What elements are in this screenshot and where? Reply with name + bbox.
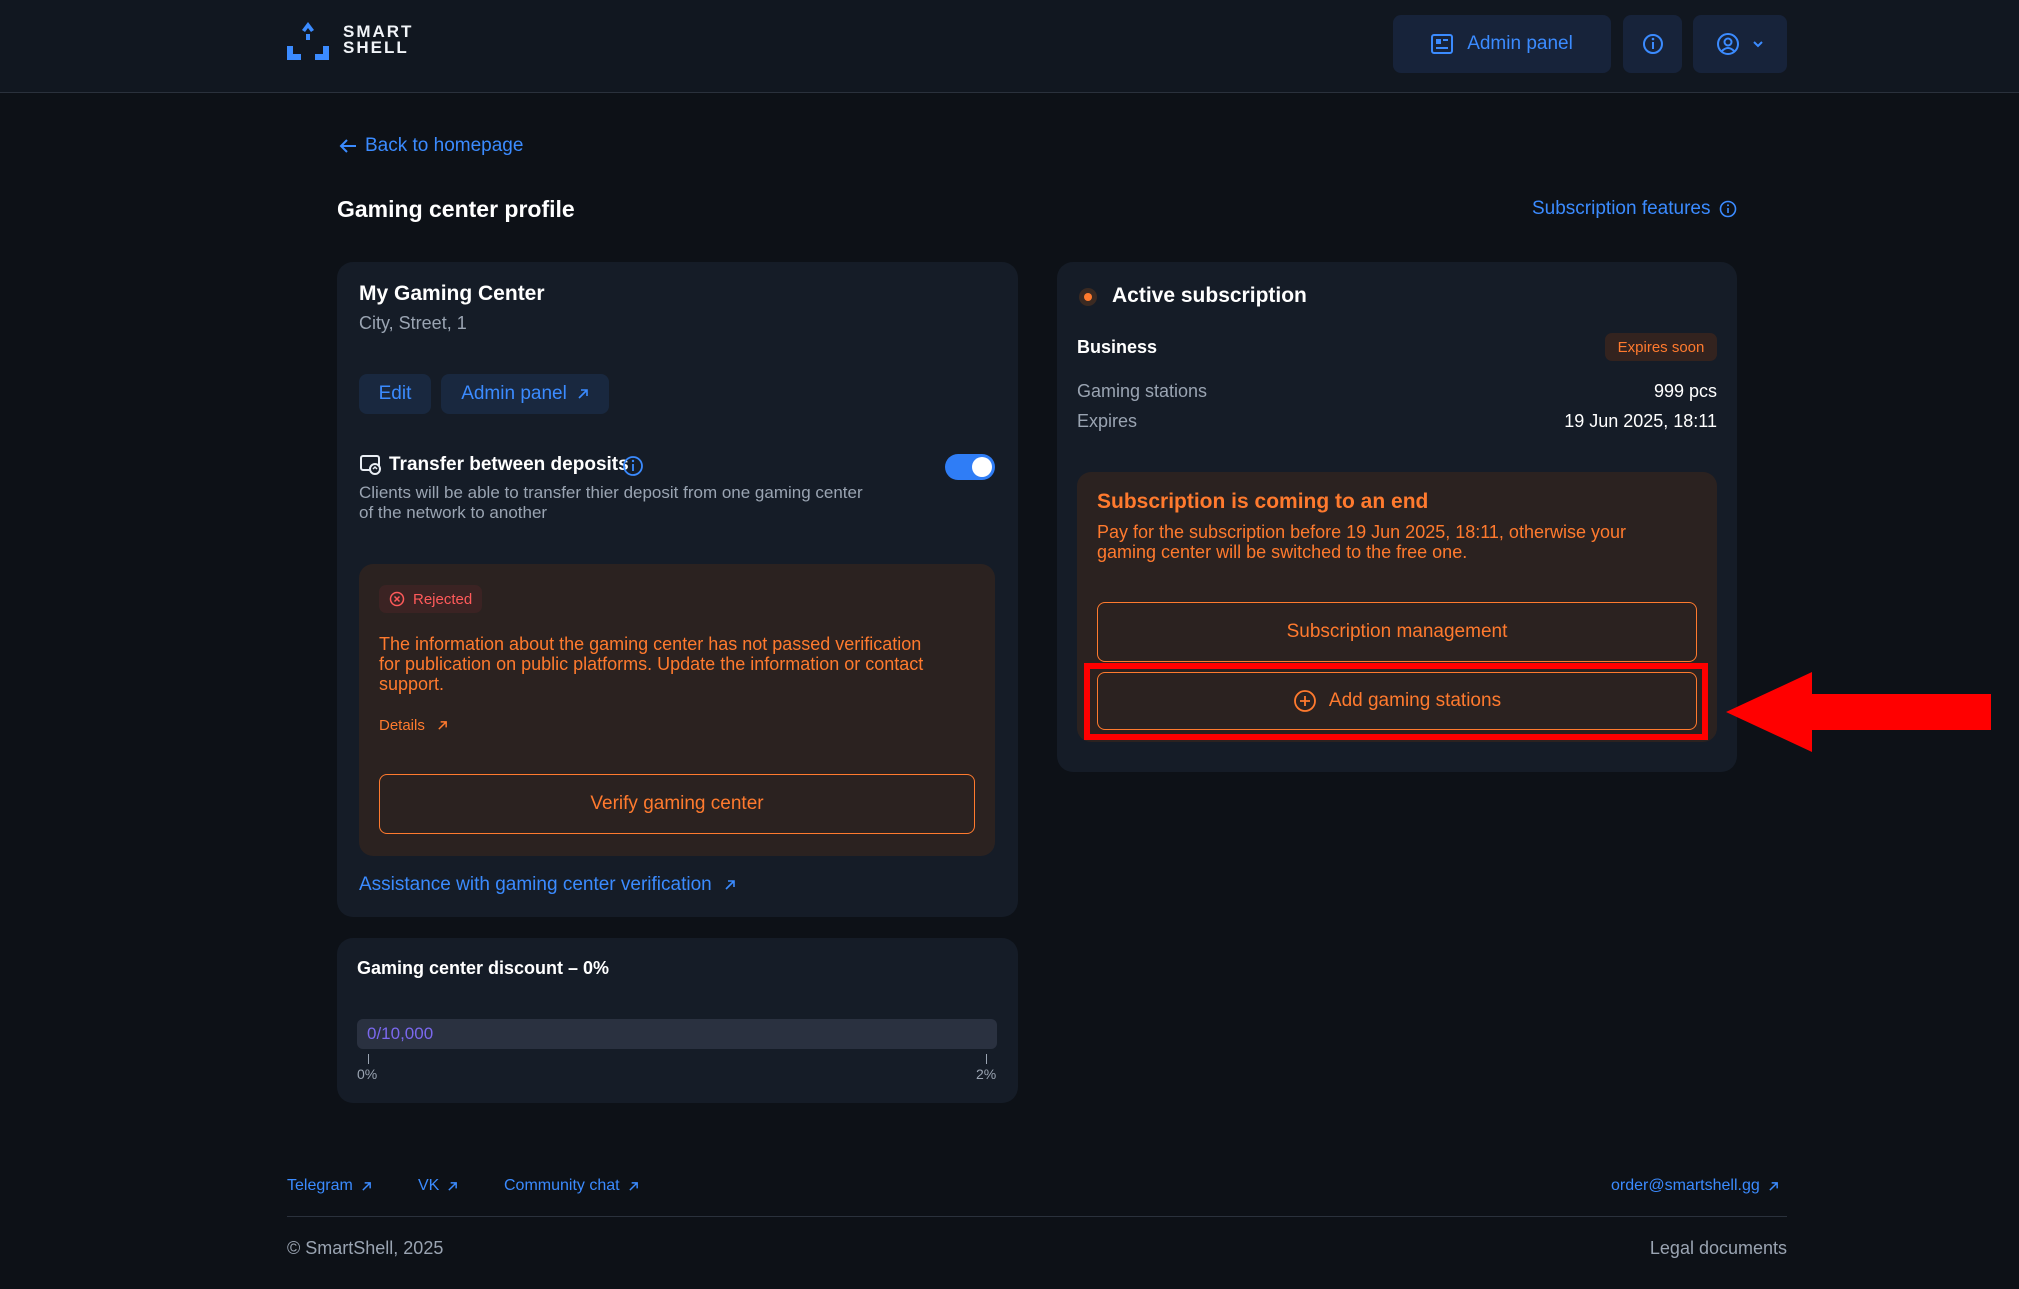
stations-value: 999 pcs xyxy=(1653,381,1717,401)
user-avatar-icon xyxy=(1717,33,1739,55)
vk-link[interactable]: VK xyxy=(418,1177,458,1195)
verify-gaming-center-label: Verify gaming center xyxy=(590,793,764,814)
subscription-heading: Active subscription xyxy=(1112,284,1307,307)
arrow-left-icon xyxy=(339,139,356,153)
telegram-link[interactable]: Telegram xyxy=(287,1177,372,1195)
status-badge: Rejected xyxy=(379,585,483,613)
vk-label: VK xyxy=(418,1177,440,1194)
verify-gaming-center-button[interactable]: Verify gaming center xyxy=(379,774,975,834)
telegram-label: Telegram xyxy=(287,1177,353,1194)
external-link-icon xyxy=(362,1181,371,1191)
admin-panel-header-label: Admin panel xyxy=(1467,33,1573,54)
external-link-icon xyxy=(628,1181,638,1191)
gaming-center-card: My Gaming Center City, Street, 1 Edit Ad… xyxy=(337,262,1018,917)
assistance-label: Assistance with gaming center verificati… xyxy=(359,874,712,895)
external-link-icon xyxy=(578,389,588,399)
back-to-homepage-link[interactable]: Back to homepage xyxy=(339,135,523,157)
subscription-management-button[interactable]: Subscription management xyxy=(1097,602,1697,662)
external-link-icon xyxy=(448,1181,458,1191)
rejected-icon xyxy=(389,591,405,607)
discount-progress-text: 0/10,000 xyxy=(367,1024,434,1043)
plan-name: Business xyxy=(1077,337,1158,357)
scale-min-label: 0% xyxy=(357,1066,378,1082)
logo[interactable]: SMART SHELL xyxy=(285,20,413,60)
transfer-description: Clients will be able to transfer thier d… xyxy=(359,483,863,522)
transfer-toggle[interactable] xyxy=(945,454,995,480)
email-label: order@smartshell.gg xyxy=(1611,1177,1760,1194)
status-badge-label: Rejected xyxy=(413,590,473,608)
gaming-center-name: My Gaming Center xyxy=(359,282,545,305)
scale-tick-max xyxy=(986,1054,987,1064)
transfer-deposit-icon xyxy=(360,455,381,475)
expires-value: 19 Jun 2025, 18:11 xyxy=(1564,411,1717,431)
assistance-link[interactable]: Assistance with gaming center verificati… xyxy=(359,874,736,896)
admin-panel-icon xyxy=(1431,34,1454,54)
email-link[interactable]: order@smartshell.gg xyxy=(1611,1177,1779,1195)
footer-divider xyxy=(287,1216,1787,1217)
legal-documents-link[interactable]: Legal documents xyxy=(1650,1238,1787,1259)
discount-title: Gaming center discount – 0% xyxy=(357,958,610,978)
copyright: © SmartShell, 2025 xyxy=(287,1238,444,1258)
gaming-center-address: City, Street, 1 xyxy=(359,313,467,333)
admin-panel-label: Admin panel xyxy=(461,383,567,404)
info-icon[interactable] xyxy=(622,455,644,477)
discount-progress-bar: 0/10,000 xyxy=(357,1019,997,1049)
expires-label: Expires xyxy=(1077,411,1138,431)
top-bar: SMART SHELL Admin panel xyxy=(0,0,2019,93)
subscription-features-label: Subscription features xyxy=(1532,198,1711,219)
stations-label: Gaming stations xyxy=(1077,381,1208,401)
info-button[interactable] xyxy=(1623,15,1682,73)
annotation-highlight-box xyxy=(1084,663,1708,740)
chevron-down-icon xyxy=(1753,41,1763,48)
back-to-homepage-label: Back to homepage xyxy=(365,135,524,156)
external-link-icon xyxy=(1769,1181,1778,1191)
community-chat-label: Community chat xyxy=(504,1177,620,1194)
subscription-features-link[interactable]: Subscription features xyxy=(1532,198,1737,220)
warning-title: Subscription is coming to an end xyxy=(1097,490,1429,513)
rejection-message: The information about the gaming center … xyxy=(379,634,924,694)
annotation-arrow-icon xyxy=(1726,672,1991,752)
active-status-dot xyxy=(1079,288,1097,306)
info-icon xyxy=(1642,34,1663,54)
info-icon xyxy=(1719,200,1736,218)
verification-status-box: Rejected The information about the gamin… xyxy=(359,564,995,856)
warning-message: Pay for the subscription before 19 Jun 2… xyxy=(1097,522,1626,562)
smartshell-logo-icon xyxy=(287,22,329,60)
external-link-icon xyxy=(438,721,447,730)
edit-label: Edit xyxy=(378,383,412,404)
admin-panel-button[interactable]: Admin panel xyxy=(441,374,609,414)
details-label: Details xyxy=(379,717,425,734)
details-link[interactable]: Details xyxy=(379,717,448,734)
scale-tick-min xyxy=(368,1054,369,1064)
logo-text: SMART SHELL xyxy=(343,22,414,57)
community-chat-link[interactable]: Community chat xyxy=(504,1177,639,1195)
user-menu-button[interactable] xyxy=(1693,15,1787,73)
subscription-management-label: Subscription management xyxy=(1286,621,1508,642)
external-link-icon xyxy=(725,880,735,890)
scale-max-label: 2% xyxy=(976,1066,997,1082)
transfer-title: Transfer between deposits xyxy=(389,454,629,475)
admin-panel-header-button[interactable]: Admin panel xyxy=(1393,15,1611,73)
expires-soon-badge: Expires soon xyxy=(1605,333,1717,361)
page-title: Gaming center profile xyxy=(337,196,575,222)
edit-button[interactable]: Edit xyxy=(359,374,431,414)
